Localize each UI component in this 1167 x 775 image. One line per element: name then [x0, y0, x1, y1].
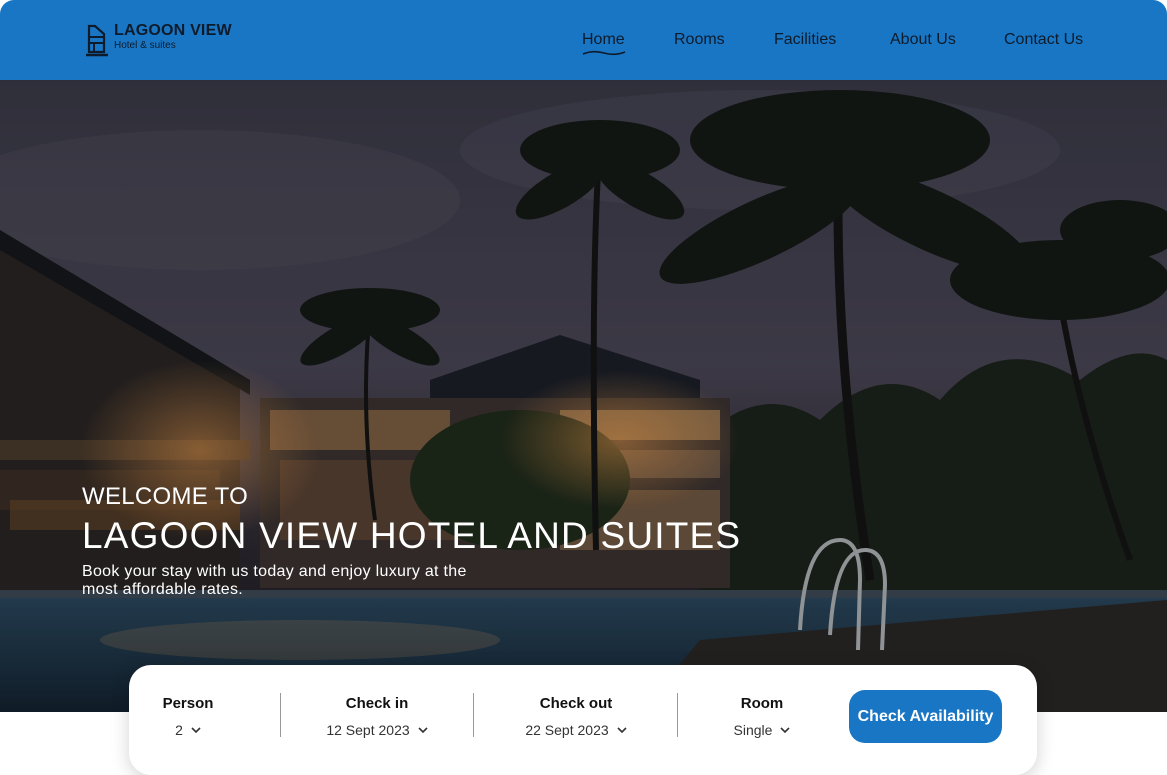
divider [280, 693, 281, 737]
divider [473, 693, 474, 737]
divider [677, 693, 678, 737]
booking-bar: Person 2 Check in 12 Sept 2023 Check out… [129, 665, 1037, 775]
hero-subtitle: Book your stay with us today and enjoy l… [82, 563, 467, 598]
check-out-label: Check out [539, 695, 613, 712]
person-label: Person [162, 695, 214, 712]
hero-text: WELCOME TO LAGOON VIEW HOTEL AND SUITES … [82, 483, 741, 599]
check-in-label: Check in [345, 695, 409, 712]
check-out-field[interactable]: Check out 22 Sept 2023 [515, 695, 637, 738]
chevron-down-icon [617, 727, 627, 733]
check-out-select[interactable]: 22 Sept 2023 [515, 722, 637, 738]
nav-home-label: Home [582, 31, 625, 48]
check-out-value: 22 Sept 2023 [525, 722, 609, 738]
hero-background-image [0, 80, 1167, 712]
person-value: 2 [175, 722, 183, 738]
check-availability-button[interactable]: Check Availability [849, 690, 1002, 743]
room-label: Room [740, 695, 784, 712]
chevron-down-icon [418, 727, 428, 733]
check-in-field[interactable]: Check in 12 Sept 2023 [315, 695, 439, 738]
chevron-down-icon [191, 727, 201, 733]
person-select[interactable]: 2 [149, 722, 227, 738]
nav-contact-us[interactable]: Contact Us [1004, 31, 1083, 49]
chevron-down-icon [780, 727, 791, 733]
check-in-value: 12 Sept 2023 [326, 722, 410, 738]
check-in-select[interactable]: 12 Sept 2023 [315, 722, 439, 738]
navbar: LAGOON VIEW Hotel & suites Home Rooms Fa… [0, 0, 1167, 80]
person-field[interactable]: Person 2 [149, 695, 227, 738]
main-nav: Home Rooms Facilities About Us Contact U… [0, 31, 1167, 56]
hero-title: LAGOON VIEW HOTEL AND SUITES [82, 515, 742, 556]
nav-home[interactable]: Home [582, 31, 626, 56]
hero-section: WELCOME TO LAGOON VIEW HOTEL AND SUITES … [0, 80, 1167, 712]
nav-about-us[interactable]: About Us [890, 31, 956, 49]
active-underline-icon [582, 50, 626, 56]
hero-welcome: WELCOME TO [82, 483, 249, 510]
nav-rooms[interactable]: Rooms [674, 31, 725, 49]
nav-facilities[interactable]: Facilities [774, 31, 836, 49]
room-select[interactable]: Single [721, 722, 803, 738]
room-field[interactable]: Room Single [721, 695, 803, 738]
room-value: Single [733, 722, 773, 738]
